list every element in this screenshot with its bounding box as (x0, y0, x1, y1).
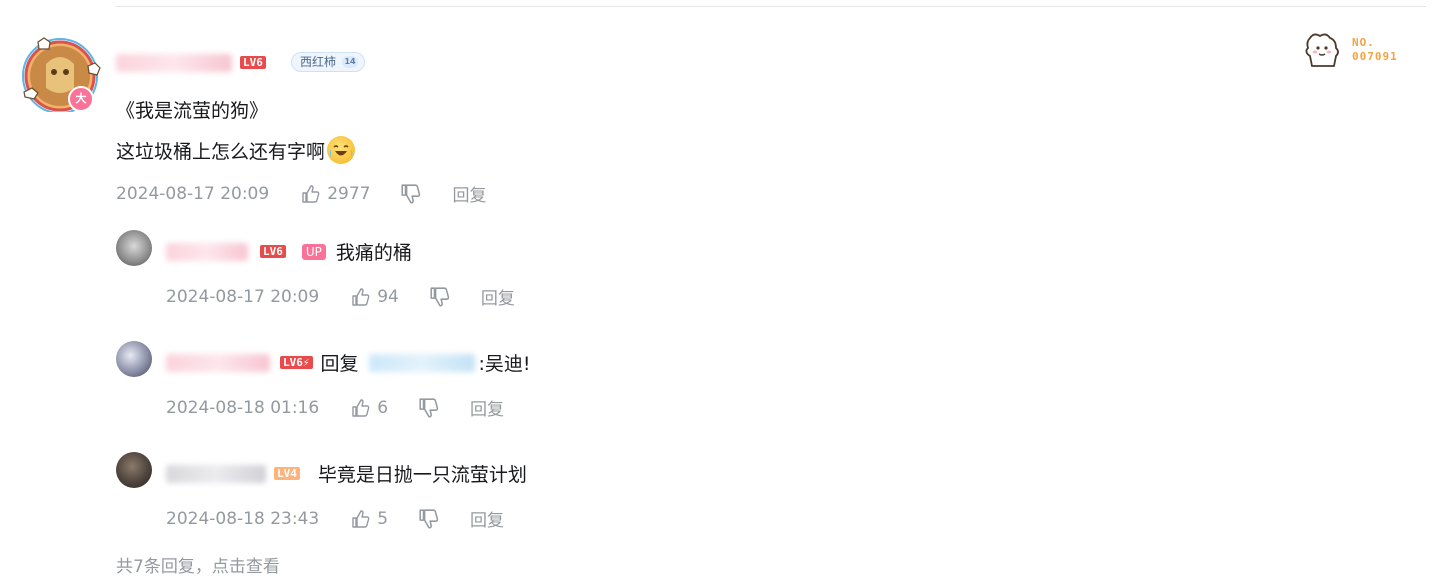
comment-date: 2024-08-17 20:09 (116, 183, 270, 204)
fan-medal-level: 14 (342, 56, 359, 68)
reply-button[interactable]: 回复 (481, 284, 515, 309)
reply-avatar[interactable] (116, 230, 152, 266)
fan-medal[interactable]: 西红柿 14 (291, 52, 366, 72)
reply-prefix: 回复 (320, 353, 359, 375)
comment-meta: 2024-08-17 20:09 2977 回复 (116, 181, 486, 207)
thumbs-down-icon (419, 397, 439, 418)
thumbs-down-icon (430, 286, 450, 307)
reply-button[interactable]: 回复 (470, 395, 504, 420)
reply-2-meta: 2024-08-18 01:16 6 回复 (166, 395, 504, 421)
top-divider (116, 6, 1426, 7)
main-avatar[interactable]: 大 (22, 37, 101, 112)
thumbs-up-icon (352, 509, 370, 528)
thumbs-down-icon (419, 508, 439, 529)
thumbs-up-icon (352, 398, 370, 417)
reply-date: 2024-08-18 01:16 (166, 397, 320, 418)
thumbs-up-icon (302, 184, 320, 203)
reply-text: 毕竟是日抛一只流萤计划 (317, 464, 527, 486)
username-blurred[interactable] (166, 464, 266, 483)
like-count: 5 (377, 508, 389, 529)
like-button[interactable]: 5 (351, 509, 388, 529)
reply-avatar[interactable] (116, 452, 152, 488)
up-badge: UP (301, 243, 326, 260)
reply-text: 我痛的桶 (335, 242, 412, 264)
mentioned-user-blurred[interactable] (368, 353, 475, 372)
like-button[interactable]: 94 (351, 287, 399, 307)
dislike-button[interactable] (418, 397, 440, 419)
comment-content-line2: 这垃圾桶上怎么还有字啊 (116, 136, 356, 164)
comment-content-line1: 《我是流萤的狗》 (116, 100, 269, 122)
reply-date: 2024-08-17 20:09 (166, 286, 320, 307)
avatar-badge: 大 (68, 86, 94, 112)
reply-button[interactable]: 回复 (452, 181, 486, 206)
no-label: NO. (1352, 36, 1375, 49)
fan-medal-name: 西红柿 (300, 55, 337, 69)
like-button[interactable]: 2977 (301, 184, 370, 204)
reply-1-header: LV6 UP 我痛的桶 (166, 238, 412, 265)
like-button[interactable]: 6 (351, 398, 388, 418)
like-count: 94 (377, 286, 399, 307)
reply-3-header: LV4 毕竟是日抛一只流萤计划 (166, 460, 527, 487)
no-badge: NO. 007091 (1300, 30, 1398, 70)
user-level-badge: LV6 (260, 245, 286, 258)
thumbs-up-icon (352, 287, 370, 306)
username-blurred[interactable] (116, 54, 232, 72)
reply-date: 2024-08-18 23:43 (166, 508, 320, 529)
comment-text: 这垃圾桶上怎么还有字啊 (116, 141, 326, 163)
no-number: 007091 (1352, 50, 1398, 63)
dislike-button[interactable] (429, 286, 451, 308)
user-level-badge: LV6⚡ (280, 356, 313, 369)
view-more-replies-link[interactable]: 共7条回复，点击查看 (116, 552, 280, 577)
reply-3-meta: 2024-08-18 23:43 5 回复 (166, 506, 504, 532)
username-blurred[interactable] (166, 353, 270, 372)
reply-button[interactable]: 回复 (470, 506, 504, 531)
mascot-icon (1305, 33, 1339, 67)
like-count: 2977 (327, 183, 371, 204)
dislike-button[interactable] (400, 183, 422, 205)
dislike-button[interactable] (418, 508, 440, 530)
reply-1-meta: 2024-08-17 20:09 94 回复 (166, 284, 515, 310)
username-blurred[interactable] (166, 242, 248, 261)
thumbs-down-icon (401, 183, 421, 204)
like-count: 6 (377, 397, 389, 418)
reply-text: :吴迪! (478, 353, 531, 375)
laughing-crying-emoji-icon (327, 136, 356, 164)
user-level-badge: LV4 (274, 467, 300, 480)
user-level-badge: LV6 (240, 56, 266, 69)
reply-avatar[interactable] (116, 341, 152, 377)
reply-2-header: LV6⚡ 回复 :吴迪! (166, 349, 531, 376)
